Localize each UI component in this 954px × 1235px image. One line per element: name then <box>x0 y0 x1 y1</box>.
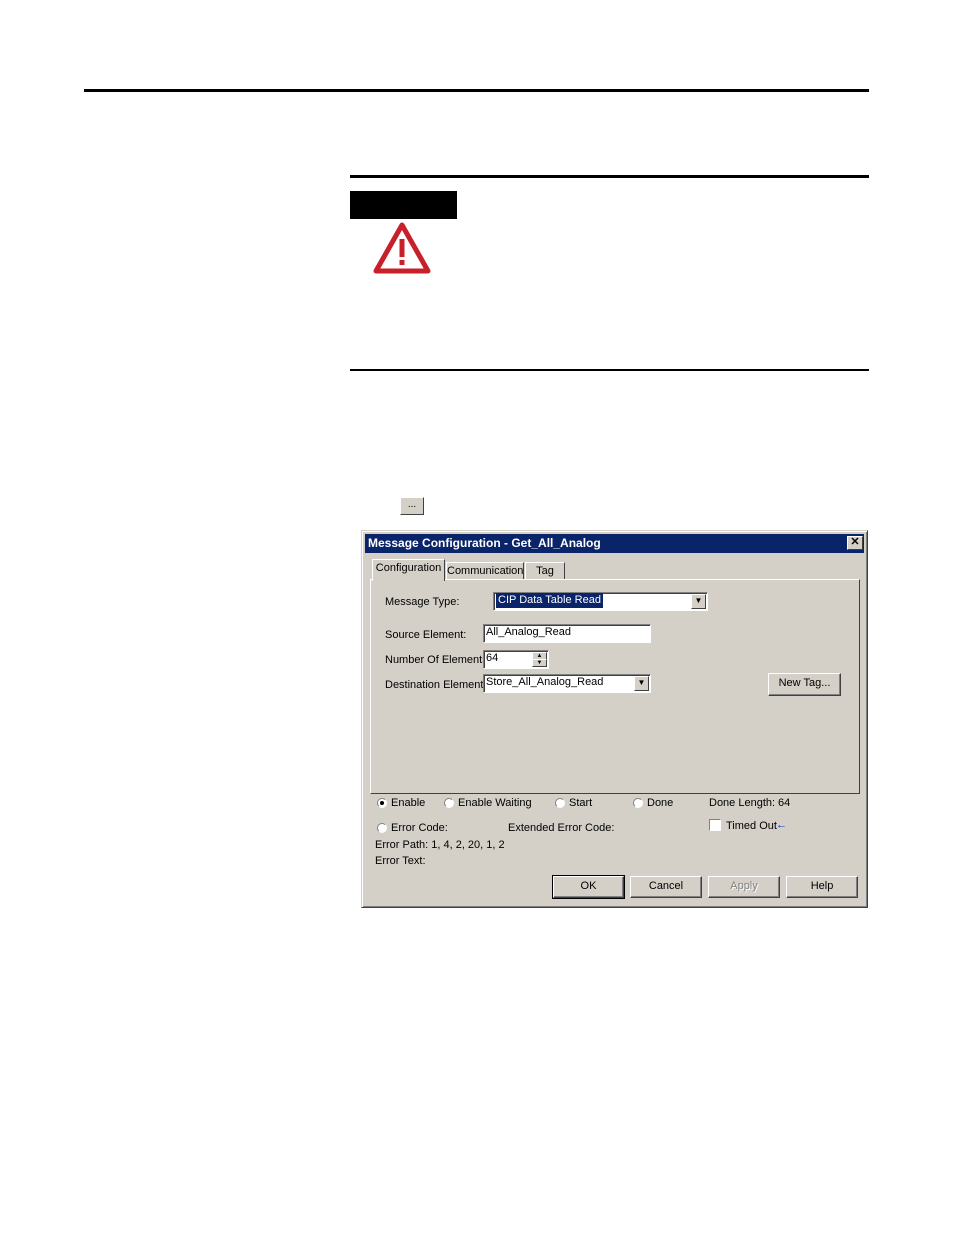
enable-radio <box>377 798 387 808</box>
tab-configuration-label: Configuration <box>375 562 442 574</box>
cancel-button[interactable]: Cancel <box>630 876 702 898</box>
arrow-left-icon: ← <box>776 819 787 831</box>
done-label: Done <box>647 797 674 809</box>
enable-waiting-radio <box>444 798 454 808</box>
error-code-label: Error Code: <box>391 822 448 834</box>
top-page-rule <box>84 89 869 92</box>
tab-communication[interactable]: Communication <box>446 562 524 580</box>
tab-tag-label: Tag <box>536 565 554 577</box>
dialog-titlebar: Message Configuration - Get_All_Analog ✕ <box>365 534 864 553</box>
attention-bottom-rule <box>350 369 869 371</box>
close-button[interactable]: ✕ <box>847 536 863 550</box>
attention-top-rule <box>350 175 869 178</box>
attention-badge <box>350 191 457 219</box>
timed-out-checkbox[interactable] <box>709 819 721 831</box>
done-radio <box>633 798 643 808</box>
start-label: Start <box>569 797 593 809</box>
enable-label: Enable <box>391 797 426 809</box>
apply-button[interactable]: Apply <box>708 876 780 898</box>
tab-communication-label: Communication <box>447 565 524 577</box>
message-configuration-dialog: Message Configuration - Get_All_Analog ✕… <box>361 530 868 908</box>
ellipsis-button[interactable]: ... <box>400 497 424 515</box>
tab-configuration[interactable]: Configuration <box>372 559 445 581</box>
start-radio <box>555 798 565 808</box>
timed-out-label: Timed Out <box>726 820 777 832</box>
tab-tag[interactable]: Tag <box>525 562 565 580</box>
extended-error-code-label: Extended Error Code: <box>508 822 615 834</box>
enable-waiting-label: Enable Waiting <box>458 797 532 809</box>
error-code-radio <box>377 823 387 833</box>
ok-button[interactable]: OK <box>552 875 625 899</box>
error-path: Error Path: 1, 4, 2, 20, 1, 2 <box>375 839 505 851</box>
done-length-label: Done Length: <box>709 797 776 809</box>
warning-icon <box>373 222 431 274</box>
close-icon: ✕ <box>850 536 860 548</box>
help-button[interactable]: Help <box>786 876 858 898</box>
configuration-panel <box>370 579 860 794</box>
dialog-title: Message Configuration - Get_All_Analog <box>368 536 601 550</box>
done-length-value: 64 <box>778 797 791 809</box>
error-text: Error Text: <box>375 855 426 867</box>
